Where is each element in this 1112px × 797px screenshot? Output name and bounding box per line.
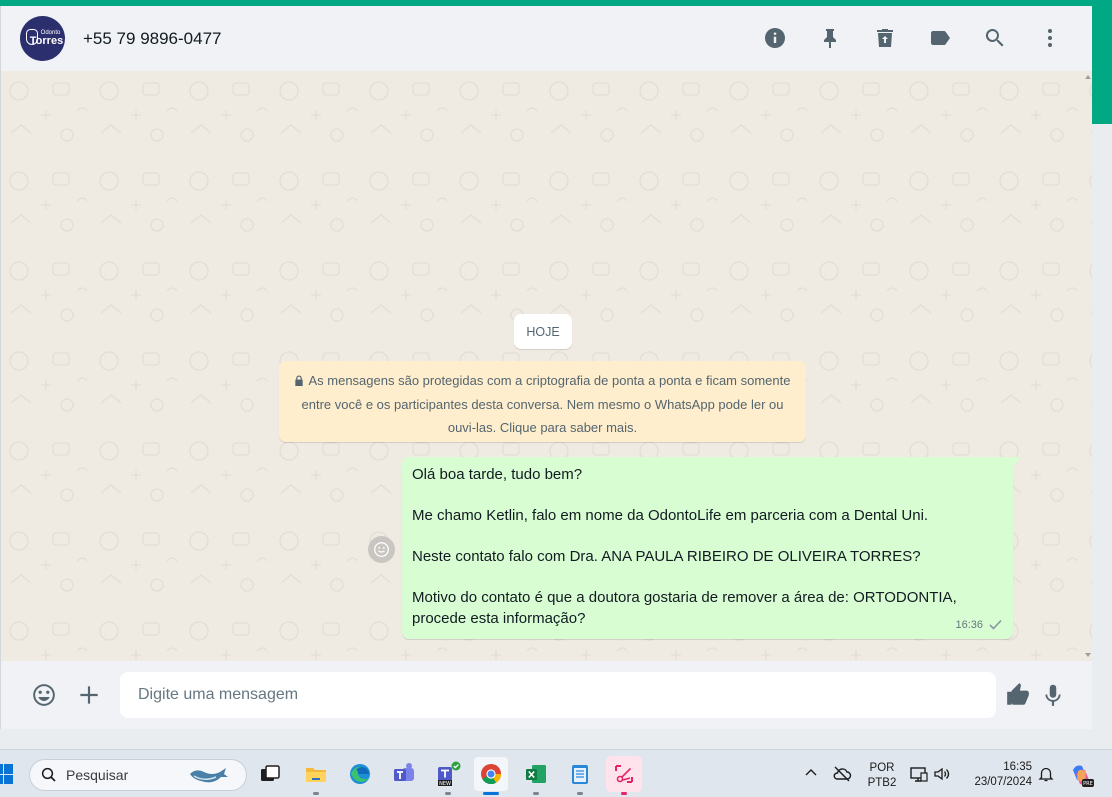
clock-date: 23/07/2024 [974, 776, 1032, 788]
message-time: 16:36 [955, 618, 983, 631]
thumbs-up-icon[interactable] [1003, 680, 1033, 710]
notepad-icon [572, 765, 588, 784]
taskbar-teams[interactable] [386, 756, 422, 792]
language-indicator[interactable]: POR PTB2 [866, 761, 898, 791]
message-line-4 [412, 527, 1003, 548]
message-line-3: Me chamo Ketlin, falo em nome da OdontoL… [412, 507, 929, 524]
taskbar-edge[interactable] [342, 756, 378, 792]
message-line-6 [412, 568, 1003, 589]
notification-bell-icon[interactable] [1037, 765, 1055, 783]
task-view-icon [261, 765, 280, 781]
taskbar-snipping-tool[interactable] [606, 756, 642, 795]
encryption-notice-text: As mensagens são protegidas com a cripto… [301, 373, 791, 435]
chat-header[interactable]: Odonto Torres +55 79 9896-0477 [1, 6, 1092, 71]
encryption-notice[interactable]: As mensagens são protegidas com a cripto… [279, 361, 806, 442]
running-indicator [445, 792, 451, 795]
contact-avatar[interactable]: Odonto Torres [20, 16, 65, 61]
copilot-icon[interactable]: PRE [1068, 762, 1094, 788]
search-highlight-whale-icon [190, 768, 228, 783]
search-icon[interactable] [977, 20, 1013, 56]
taskbar-excel[interactable] [518, 756, 554, 795]
message-meta: 16:36 [955, 615, 1003, 636]
whatsapp-chat-window: Odonto Torres +55 79 9896-0477 HOJE As m… [0, 6, 1092, 729]
svg-text:PRE: PRE [1083, 781, 1093, 787]
outgoing-message[interactable]: Olá boa tarde, tudo bem? Me chamo Ketlin… [402, 457, 1021, 639]
taskbar-clock[interactable]: 16:35 23/07/2024 [962, 760, 1032, 790]
taskbar-notepad[interactable] [562, 756, 598, 795]
keyboard-layout: PTB2 [867, 777, 897, 789]
lock-icon [294, 370, 304, 393]
edge-icon [350, 764, 370, 784]
excel-icon [526, 765, 546, 783]
react-emoji-icon[interactable] [368, 536, 395, 563]
tray-expand-chevron-icon[interactable] [804, 766, 818, 780]
message-composer [1, 661, 1092, 729]
message-line-7: Motivo do contato é que a doutora gostar… [412, 589, 961, 627]
clock-time: 16:35 [1003, 761, 1032, 773]
tooth-logo-icon [26, 29, 38, 45]
chrome-icon [481, 764, 502, 785]
windows-start-icon[interactable] [0, 764, 14, 784]
sent-check-icon [989, 620, 1002, 630]
microphone-icon[interactable] [1038, 680, 1068, 710]
more-vertical-icon[interactable] [1032, 20, 1068, 56]
scroll-down-arrow-icon[interactable] [1085, 653, 1091, 657]
message-line-2 [412, 486, 1003, 507]
search-icon [41, 767, 56, 782]
trash-icon[interactable] [867, 20, 903, 56]
attach-plus-icon[interactable] [74, 680, 104, 710]
message-line-5: Neste contato falo com Dra. ANA PAULA RI… [412, 548, 921, 565]
running-indicator [483, 792, 499, 795]
message-list[interactable]: HOJE As mensagens são protegidas com a c… [1, 71, 1092, 661]
running-indicator [577, 792, 583, 795]
label-icon[interactable] [922, 20, 958, 56]
scroll-up-arrow-icon[interactable] [1085, 75, 1091, 79]
onedrive-offline-icon[interactable] [832, 764, 852, 784]
running-indicator [621, 792, 627, 795]
teams-icon [394, 763, 414, 781]
running-indicator [313, 792, 319, 795]
date-separator: HOJE [514, 314, 572, 349]
language-code: POR [869, 762, 895, 774]
emoji-icon[interactable] [29, 680, 59, 710]
snipping-icon [615, 765, 633, 783]
volume-icon[interactable] [932, 764, 952, 784]
taskbar-chrome[interactable] [473, 756, 509, 795]
info-icon[interactable] [757, 20, 793, 56]
taskbar-search-placeholder: Pesquisar [66, 767, 129, 783]
message-scrollbar[interactable] [1085, 71, 1092, 661]
contact-name[interactable]: +55 79 9896-0477 [83, 29, 222, 49]
teams-new-icon: NEW [438, 761, 461, 787]
windows-taskbar: Pesquisar NEW POR PTB2 16:35 23/07/2024 … [0, 749, 1112, 797]
taskbar-search[interactable]: Pesquisar [29, 759, 247, 791]
whatsapp-side-accent [1092, 6, 1112, 124]
pin-icon[interactable] [812, 20, 848, 56]
message-input[interactable] [120, 672, 996, 718]
folder-icon [306, 768, 326, 782]
taskbar-teams-new[interactable]: NEW [430, 756, 466, 795]
taskbar-task-view[interactable] [252, 756, 288, 792]
network-monitor-icon[interactable] [909, 764, 929, 784]
header-actions [738, 20, 1068, 56]
taskbar-file-explorer[interactable] [298, 756, 334, 795]
svg-text:NEW: NEW [439, 781, 451, 787]
window-bottom-gap [0, 729, 1112, 749]
message-line-1: Olá boa tarde, tudo bem? [412, 466, 583, 483]
running-indicator [533, 792, 539, 795]
